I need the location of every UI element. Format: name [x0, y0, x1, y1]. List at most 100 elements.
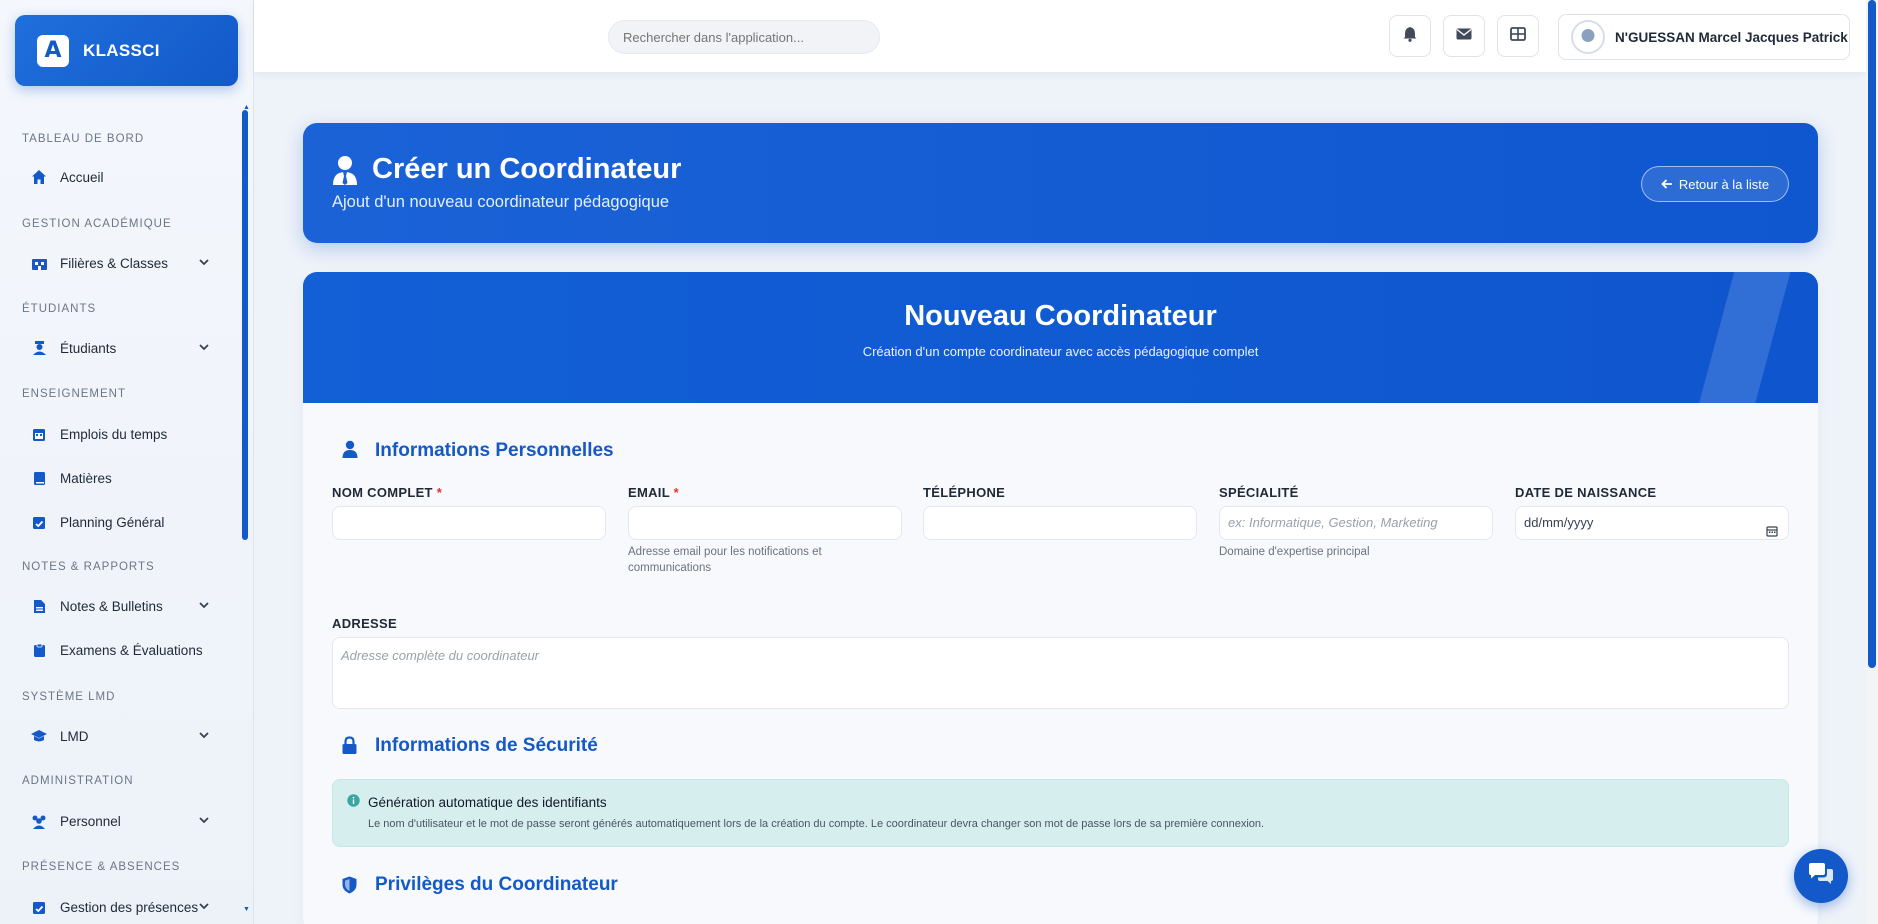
sidebar-item-notes[interactable]: Notes & Bulletins — [22, 589, 218, 623]
sidebar-item-label: Emplois du temps — [60, 426, 168, 442]
chevron-down-icon — [198, 814, 210, 829]
user-tie-icon — [332, 155, 358, 190]
sidebar-scroll-down-icon[interactable]: ▼ — [243, 906, 250, 913]
sidebar-item-label: Examens & Évaluations — [60, 642, 203, 658]
nav-section-presence: PRÉSENCE & ABSENCES — [22, 861, 181, 873]
sidebar-item-accueil[interactable]: Accueil — [22, 160, 218, 194]
brand-logo[interactable]: A KLASSCI — [15, 15, 238, 86]
arrow-left-icon — [1661, 177, 1673, 192]
nav-section-academic: GESTION ACADÉMIQUE — [22, 218, 172, 230]
page-header: Créer un Coordinateur Ajout d'un nouveau… — [303, 123, 1818, 243]
page-subtitle: Ajout d'un nouveau coordinateur pédagogi… — [332, 193, 670, 211]
sidebar-item-label: LMD — [60, 728, 89, 744]
section-personal-title: Informations Personnelles — [375, 440, 614, 461]
address-textarea[interactable]: Adresse complète du coordinateur — [332, 637, 1789, 709]
sidebar-item-matieres[interactable]: Matières — [22, 461, 218, 495]
info-circle-icon — [347, 794, 360, 812]
nav-section-dashboard: TABLEAU DE BORD — [22, 133, 145, 145]
full-name-input[interactable] — [332, 506, 606, 540]
page-scrollbar-track[interactable] — [1866, 0, 1878, 924]
nav-section-teaching: ENSEIGNEMENT — [22, 388, 127, 400]
specialty-label: SPÉCIALITÉ — [1219, 485, 1299, 500]
alert-title: Génération automatique des identifiants — [368, 795, 607, 810]
sidebar-item-label: Matières — [60, 470, 112, 486]
grid-icon — [1510, 26, 1526, 46]
chat-bubbles-icon — [1807, 862, 1835, 891]
search-input[interactable] — [608, 20, 880, 54]
lock-icon — [342, 736, 357, 759]
chevron-down-icon — [198, 729, 210, 744]
coordinator-form: Nouveau Coordinateur Création d'un compt… — [303, 272, 1818, 924]
nav-section-lmd: SYSTÈME LMD — [22, 691, 116, 703]
sidebar-item-label: Filières & Classes — [60, 255, 169, 271]
chevron-down-icon — [198, 256, 210, 271]
users-icon — [30, 812, 48, 830]
address-label: ADRESSE — [332, 616, 397, 631]
apps-grid-button[interactable] — [1497, 15, 1539, 57]
birthdate-input[interactable]: dd/mm/yyyy — [1515, 506, 1789, 540]
sidebar-item-label: Planning Général — [60, 514, 165, 530]
sidebar-item-filieres[interactable]: Filières & Classes — [22, 246, 218, 280]
sidebar-item-examens[interactable]: Examens & Évaluations — [22, 633, 218, 667]
nav-section-notes: NOTES & RAPPORTS — [22, 561, 155, 573]
sidebar: A KLASSCI ▲ ▼ TABLEAU DE BORD Accueil GE… — [0, 0, 254, 924]
credentials-info-alert: Génération automatique des identifiants … — [332, 779, 1789, 847]
decorative-stripe — [1688, 272, 1818, 403]
birthdate-placeholder: dd/mm/yyyy — [1524, 515, 1594, 530]
clipboard-icon — [30, 641, 48, 659]
sidebar-item-personnel[interactable]: Personnel — [22, 804, 218, 838]
phone-label: TÉLÉPHONE — [923, 485, 1006, 500]
form-subtitle: Création d'un compte coordinateur avec a… — [862, 344, 1259, 359]
brand-badge-icon: A — [37, 34, 69, 67]
sidebar-item-label: Gestion des présences — [60, 899, 199, 915]
brand-name: KLASSCI — [83, 40, 160, 60]
specialty-help: Domaine d'expertise principal — [1219, 546, 1370, 558]
sidebar-item-label: Notes & Bulletins — [60, 598, 163, 614]
page-scrollbar-thumb[interactable] — [1868, 0, 1876, 668]
section-security-title: Informations de Sécurité — [375, 735, 598, 756]
calendar-check-icon — [30, 898, 48, 916]
student-icon — [30, 339, 48, 357]
form-header: Nouveau Coordinateur Création d'un compt… — [303, 272, 1818, 403]
notifications-button[interactable] — [1389, 15, 1431, 57]
book-icon — [30, 469, 48, 487]
sidebar-item-label: Personnel — [60, 813, 121, 829]
user-menu[interactable]: N'GUESSAN Marcel Jacques Patrick — [1558, 14, 1850, 60]
name-label: NOM COMPLET * — [332, 485, 443, 500]
avatar — [1571, 20, 1605, 54]
alert-text: Le nom d'utilisateur et le mot de passe … — [368, 818, 1265, 830]
sidebar-item-label: Accueil — [60, 169, 104, 185]
calendar-icon — [30, 425, 48, 443]
messages-button[interactable] — [1443, 15, 1485, 57]
chevron-down-icon — [198, 900, 210, 915]
calendar-icon[interactable] — [1766, 517, 1778, 549]
section-privileges-title: Privilèges du Coordinateur — [375, 874, 618, 895]
bell-icon — [1403, 26, 1417, 47]
sidebar-item-planning[interactable]: Planning Général — [22, 505, 218, 539]
envelope-icon — [1456, 27, 1472, 45]
sidebar-item-label: Étudiants — [60, 340, 117, 356]
page-title: Créer un Coordinateur — [372, 153, 682, 185]
email-help: Adresse email pour les notifications et … — [628, 546, 822, 574]
email-label: EMAIL * — [628, 485, 679, 500]
sidebar-scrollbar[interactable] — [242, 110, 248, 540]
sidebar-item-lmd[interactable]: LMD — [22, 719, 218, 753]
sidebar-item-presences[interactable]: Gestion des présences — [22, 890, 218, 924]
shield-icon — [342, 876, 357, 899]
sidebar-item-emplois[interactable]: Emplois du temps — [22, 417, 218, 451]
chevron-down-icon — [198, 341, 210, 356]
phone-input[interactable] — [923, 506, 1197, 540]
back-button-label: Retour à la liste — [1678, 176, 1770, 192]
email-input[interactable] — [628, 506, 902, 540]
back-to-list-button[interactable]: Retour à la liste — [1641, 166, 1789, 202]
sidebar-item-etudiants[interactable]: Étudiants — [22, 331, 218, 365]
calendar-check-icon — [30, 513, 48, 531]
chevron-down-icon — [198, 599, 210, 614]
chat-button[interactable] — [1794, 849, 1848, 903]
graduation-cap-icon — [30, 727, 48, 745]
home-icon — [30, 168, 48, 186]
building-icon — [30, 254, 48, 272]
specialty-input[interactable]: ex: Informatique, Gestion, Marketing — [1219, 506, 1493, 540]
nav-section-students: ÉTUDIANTS — [22, 303, 97, 315]
form-title: Nouveau Coordinateur — [904, 300, 1217, 332]
